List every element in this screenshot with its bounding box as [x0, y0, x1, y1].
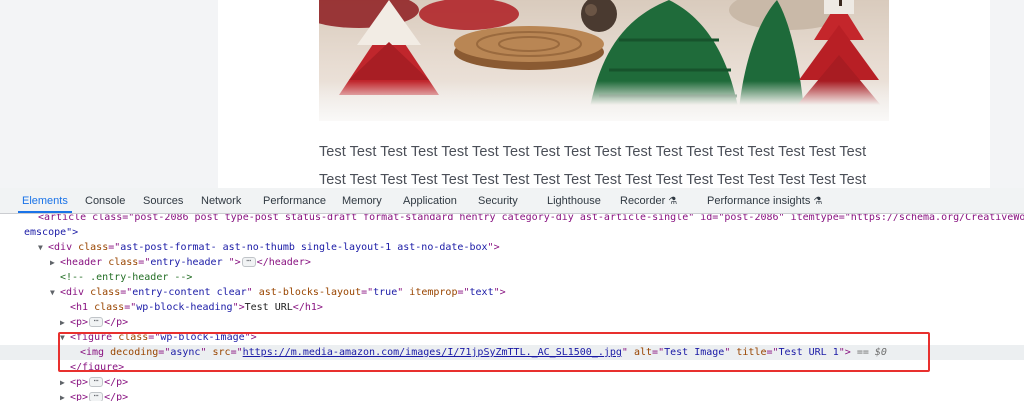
elements-dom-tree: <article class="post-2086 post type-post…: [0, 214, 1024, 401]
tab-memory[interactable]: Memory: [342, 188, 382, 213]
tab-performance[interactable]: Performance: [263, 188, 326, 213]
hero-image[interactable]: [319, 0, 889, 121]
tab-performance-insights-label: Performance insights: [707, 195, 811, 207]
paragraph-line-1: Test Test Test Test Test Test Test Test …: [319, 144, 867, 160]
article-tag-text: <article class="post-2086 post type-post…: [38, 214, 1024, 223]
dom-node-comment[interactable]: <!-- .entry-header -->: [0, 270, 1024, 285]
ellipsis-icon[interactable]: ⋯: [89, 377, 104, 387]
dom-node-div-post-format[interactable]: ▼ <div class="ast-post-format- ast-no-th…: [0, 240, 1024, 255]
tab-recorder-label: Recorder: [620, 195, 666, 207]
tab-elements[interactable]: Elements: [18, 188, 72, 213]
expand-triangle-icon[interactable]: ▼: [38, 240, 46, 255]
dom-node-p[interactable]: ▶ <p> ⋯ </p>: [0, 315, 1024, 330]
ellipsis-icon[interactable]: ⋯: [89, 317, 104, 327]
dom-node-p[interactable]: ▶ <p> ⋯ </p>: [0, 390, 1024, 401]
devtools-tab-bar: Elements Console Sources Network Perform…: [0, 188, 1024, 214]
dom-node-figure-close[interactable]: </figure>: [0, 360, 1024, 375]
dom-node-div-entry-content[interactable]: ▼ <div class="entry-content clear" ast-b…: [0, 285, 1024, 300]
expand-triangle-icon[interactable]: ▼: [60, 330, 68, 345]
tab-recorder[interactable]: Recorder ⚗: [620, 188, 677, 213]
dom-node-header[interactable]: ▶ <header class="entry-header "> ⋯ </heade…: [0, 255, 1024, 270]
tab-console[interactable]: Console: [85, 188, 125, 213]
dom-node-img-selected[interactable]: <img decoding="async" src="https://m.med…: [0, 345, 1024, 360]
dom-node-article[interactable]: <article class="post-2086 post type-post…: [0, 214, 1024, 225]
article-tag-continuation: emscope">: [24, 227, 79, 238]
dom-node-article-cont: emscope">: [0, 225, 1024, 240]
flask-icon: ⚗: [813, 196, 823, 207]
collapse-triangle-icon[interactable]: ▶: [60, 375, 68, 390]
tab-sources[interactable]: Sources: [143, 188, 183, 213]
paragraph-line-2: Test Test Test Test Test Test Test Test …: [319, 172, 867, 188]
flask-icon: ⚗: [668, 196, 678, 207]
dom-node-p[interactable]: ▶ <p> ⋯ </p>: [0, 375, 1024, 390]
dom-node-h1[interactable]: <h1 class="wp-block-heading">Test URL</h…: [0, 300, 1024, 315]
img-src-link[interactable]: https://m.media-amazon.com/images/I/71jp…: [243, 347, 622, 358]
ellipsis-icon[interactable]: ⋯: [89, 392, 104, 401]
devtools-panel: Elements Console Sources Network Perform…: [0, 188, 1024, 401]
collapse-triangle-icon[interactable]: ▶: [50, 255, 58, 270]
tab-performance-insights[interactable]: Performance insights ⚗: [707, 188, 822, 213]
tab-network[interactable]: Network: [201, 188, 241, 213]
collapse-triangle-icon[interactable]: ▶: [60, 315, 68, 330]
tab-application[interactable]: Application: [403, 188, 457, 213]
ellipsis-icon[interactable]: ⋯: [241, 257, 256, 267]
page-viewport: Test Test Test Test Test Test Test Test …: [0, 0, 1024, 188]
collapse-triangle-icon[interactable]: ▶: [60, 390, 68, 401]
selected-node-marker: == $0: [856, 347, 887, 358]
tab-lighthouse[interactable]: Lighthouse: [547, 188, 601, 213]
dom-node-figure[interactable]: ▼ <figure class="wp-block-image">: [0, 330, 1024, 345]
tab-security[interactable]: Security: [478, 188, 518, 213]
expand-triangle-icon[interactable]: ▼: [50, 285, 58, 300]
snow-overlay: [319, 81, 889, 121]
